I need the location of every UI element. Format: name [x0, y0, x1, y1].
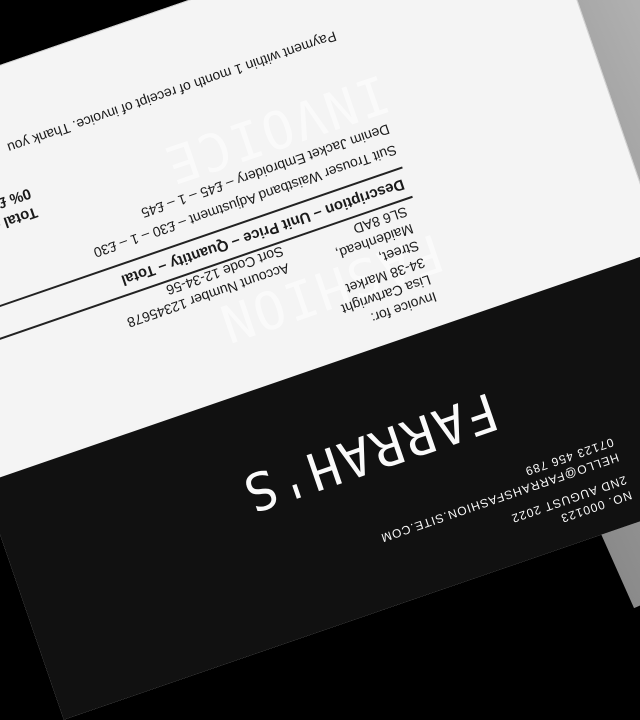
invoice-sheet: FARRAH'S FASHION INVOICE NO. 000123 2ND …	[0, 0, 640, 720]
totals: Total £75 0% £15	[0, 183, 40, 242]
